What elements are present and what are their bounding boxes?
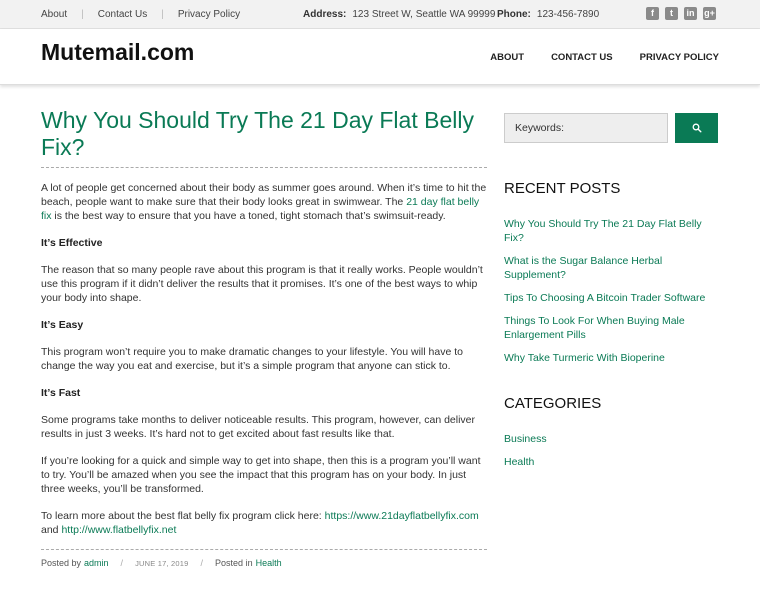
section-heading-effective: It’s Effective bbox=[41, 237, 103, 249]
top-link-privacy[interactable]: Privacy Policy bbox=[178, 9, 240, 20]
search-button[interactable] bbox=[675, 113, 718, 143]
categories-title: CATEGORIES bbox=[504, 395, 602, 412]
address-value: 123 Street W, Seattle WA 99999 bbox=[352, 9, 496, 20]
linkedin-icon[interactable]: in bbox=[684, 7, 697, 20]
posted-in-label: Posted in bbox=[215, 558, 253, 568]
recent-posts-list: Why You Should Try The 21 Day Flat Belly… bbox=[504, 217, 718, 365]
search-form bbox=[504, 113, 718, 143]
nav-about[interactable]: ABOUT bbox=[490, 52, 524, 63]
search-input[interactable] bbox=[504, 113, 668, 143]
main-nav: ABOUT CONTACT US PRIVACY POLICY bbox=[490, 52, 719, 63]
phone-info: Phone: 123-456-7890 bbox=[497, 9, 599, 20]
top-link-contact[interactable]: Contact Us bbox=[98, 9, 147, 20]
social-icons: f t in g+ bbox=[646, 7, 716, 20]
meta-separator: / bbox=[120, 558, 124, 568]
external-link-flatbellyfix[interactable]: http://www.flatbellyfix.net bbox=[61, 524, 176, 536]
nav-contact-us[interactable]: CONTACT US bbox=[551, 52, 613, 63]
recent-post-item[interactable]: Tips To Choosing A Bitcoin Trader Softwa… bbox=[504, 291, 718, 305]
learn-more-text: To learn more about the best flat belly … bbox=[41, 510, 325, 522]
recent-post-item[interactable]: Why Take Turmeric With Bioperine bbox=[504, 351, 718, 365]
google-plus-icon[interactable]: g+ bbox=[703, 7, 716, 20]
section-text-effective: The reason that so many people rave abou… bbox=[41, 264, 483, 304]
site-logo[interactable]: Mutemail.com bbox=[41, 39, 194, 66]
post-date: JUNE 17, 2019 bbox=[135, 558, 189, 568]
recent-post-item[interactable]: Things To Look For When Buying Male Enla… bbox=[504, 314, 718, 342]
external-link-21day[interactable]: https://www.21dayflatbellyfix.com bbox=[325, 510, 479, 522]
recent-post-item[interactable]: Why You Should Try The 21 Day Flat Belly… bbox=[504, 217, 718, 245]
and-text: and bbox=[41, 524, 62, 536]
post-content: A lot of people get concerned about thei… bbox=[41, 181, 487, 537]
post-title[interactable]: Why You Should Try The 21 Day Flat Belly… bbox=[41, 107, 487, 161]
nav-privacy-policy[interactable]: PRIVACY POLICY bbox=[640, 52, 719, 63]
category-link[interactable]: Health bbox=[256, 558, 282, 568]
learn-more-paragraph: To learn more about the best flat belly … bbox=[41, 509, 487, 537]
top-link-about[interactable]: About bbox=[41, 9, 67, 20]
author-link[interactable]: admin bbox=[84, 558, 109, 568]
search-icon bbox=[692, 123, 702, 133]
recent-post-item[interactable]: What is the Sugar Balance Herbal Supplem… bbox=[504, 254, 718, 282]
top-bar: About | Contact Us | Privacy Policy Addr… bbox=[0, 0, 760, 29]
section-text-easy: This program won’t require you to make d… bbox=[41, 346, 463, 372]
section-heading-fast: It’s Fast bbox=[41, 387, 81, 399]
address-info: Address: 123 Street W, Seattle WA 99999 bbox=[303, 9, 495, 20]
category-item-health[interactable]: Health bbox=[504, 455, 718, 469]
top-links: About | Contact Us | Privacy Policy bbox=[41, 9, 240, 20]
meta-separator: / bbox=[200, 558, 204, 568]
section-text-fast: Some programs take months to deliver not… bbox=[41, 414, 476, 440]
separator: | bbox=[81, 9, 84, 20]
post-intro: A lot of people get concerned about thei… bbox=[41, 181, 487, 223]
recent-posts-title: RECENT POSTS bbox=[504, 180, 621, 197]
separator: | bbox=[161, 9, 164, 20]
intro-text-end: is the best way to ensure that you have … bbox=[51, 210, 446, 222]
phone-label: Phone: bbox=[497, 9, 531, 20]
title-divider bbox=[41, 167, 487, 168]
address-label: Address: bbox=[303, 9, 347, 20]
phone-value: 123-456-7890 bbox=[536, 9, 600, 20]
posted-by-label: Posted by bbox=[41, 558, 82, 568]
category-item-business[interactable]: Business bbox=[504, 432, 718, 446]
section-heading-easy: It’s Easy bbox=[41, 319, 84, 331]
sidebar: RECENT POSTS Why You Should Try The 21 D… bbox=[504, 113, 718, 478]
post-meta: Posted by admin / JUNE 17, 2019 / Posted… bbox=[41, 549, 487, 568]
closing-paragraph: If you’re looking for a quick and simple… bbox=[41, 455, 481, 495]
site-header: Mutemail.com ABOUT CONTACT US PRIVACY PO… bbox=[0, 29, 760, 85]
facebook-icon[interactable]: f bbox=[646, 7, 659, 20]
twitter-icon[interactable]: t bbox=[665, 7, 678, 20]
post-article: Why You Should Try The 21 Day Flat Belly… bbox=[41, 107, 487, 568]
categories-list: Business Health bbox=[504, 432, 718, 469]
